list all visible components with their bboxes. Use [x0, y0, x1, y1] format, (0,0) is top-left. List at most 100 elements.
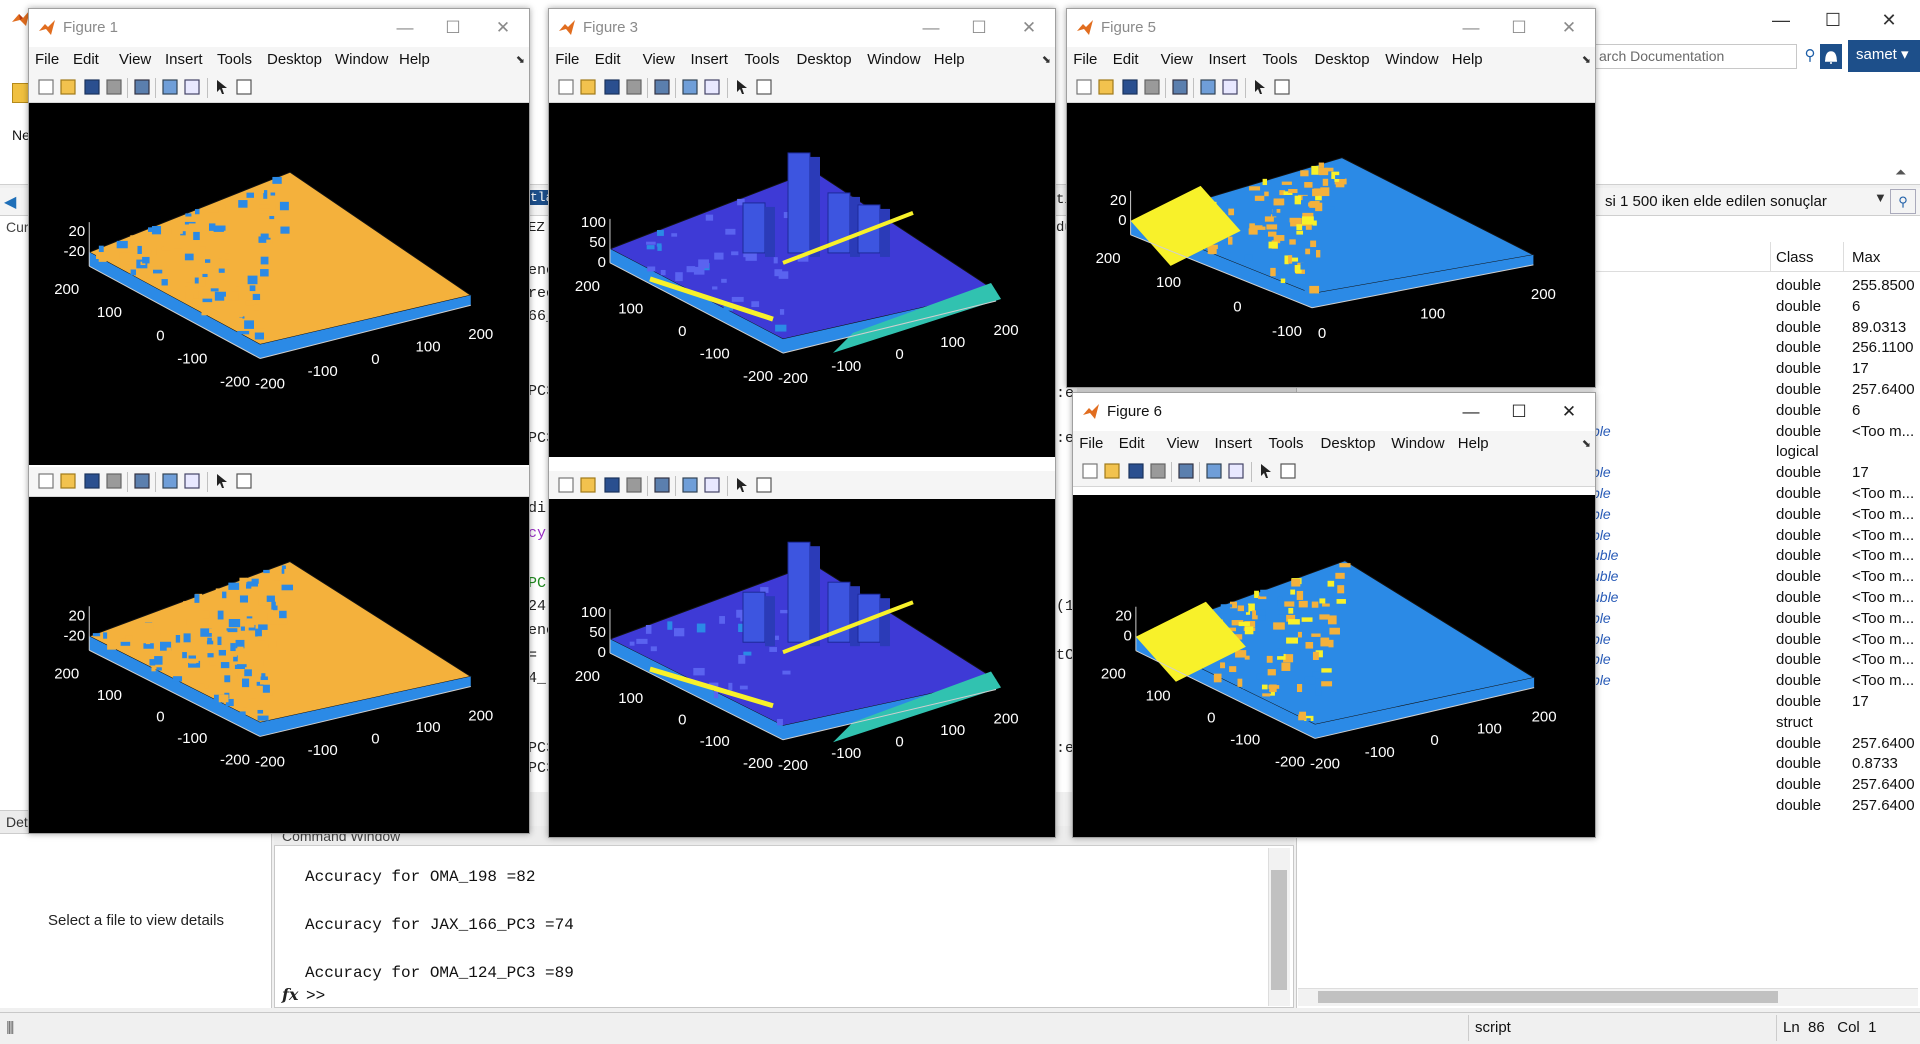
plot-canvas[interactable]: 100 50 0 200 100 0 -100 -200 -200 -100 0 100 200 — [549, 499, 1056, 838]
print-icon[interactable] — [1149, 462, 1167, 480]
menu-tools[interactable]: Tools — [217, 51, 252, 68]
open-file-icon[interactable] — [579, 476, 597, 494]
scrollbar-thumb[interactable] — [1271, 870, 1287, 990]
menu-help[interactable]: Help — [399, 51, 430, 68]
link-plot-icon[interactable] — [653, 476, 671, 494]
command-prompt[interactable]: >> — [306, 987, 325, 1005]
save-icon[interactable] — [603, 476, 621, 494]
plot-3d-point-cloud[interactable]: 100 50 0 200 100 0 -100 -200 -200 -100 0 100 200 — [549, 103, 1056, 457]
menu-file[interactable]: File — [1073, 51, 1097, 68]
colorbar-icon[interactable] — [681, 476, 699, 494]
menu-help[interactable]: Help — [934, 51, 965, 68]
open-file-icon[interactable] — [59, 472, 77, 490]
colorbar-icon[interactable] — [1205, 462, 1223, 480]
plot-canvas[interactable]: 20 0 200 100 0 -100 -200 -200 -100 0 100 200 — [1073, 495, 1596, 838]
menu-desktop[interactable]: Desktop — [1321, 435, 1376, 452]
menu-view[interactable]: View — [1161, 51, 1193, 68]
dock-figure-icon[interactable]: ⬊ — [516, 53, 525, 66]
folder-search-icon[interactable]: ⚲ — [1890, 189, 1916, 214]
legend-icon[interactable] — [183, 472, 201, 490]
collapse-ribbon-icon[interactable]: ⏶ — [1895, 164, 1906, 181]
print-icon[interactable] — [1143, 78, 1161, 96]
plot-3d-point-cloud[interactable]: 20 -20 200 100 0 -100 -200 -200 -100 0 100 200 — [29, 103, 530, 465]
menu-desktop[interactable]: Desktop — [1315, 51, 1370, 68]
maximize-icon[interactable]: ☐ — [433, 15, 473, 41]
menu-help[interactable]: Help — [1452, 51, 1483, 68]
function-browser-icon[interactable]: fx — [282, 985, 298, 1004]
minimize-icon[interactable]: — — [1451, 399, 1491, 425]
link-plot-icon[interactable] — [1177, 462, 1195, 480]
open-file-icon[interactable] — [1103, 462, 1121, 480]
save-icon[interactable] — [603, 78, 621, 96]
menu-edit[interactable]: Edit — [1113, 51, 1139, 68]
save-icon[interactable] — [83, 472, 101, 490]
minimize-icon[interactable]: — — [911, 15, 951, 41]
new-figure-icon[interactable] — [557, 476, 575, 494]
menu-window[interactable]: Window — [1391, 435, 1444, 452]
menu-view[interactable]: View — [1167, 435, 1199, 452]
plot-3d-point-cloud[interactable]: 100 50 0 200 100 0 -100 -200 -200 -100 0 100 200 — [549, 499, 1056, 838]
print-icon[interactable] — [105, 472, 123, 490]
figure-window-5[interactable]: Figure 5 — ☐ ✕ File Edit View Insert Tools Deskto… — [1066, 8, 1596, 388]
current-folder-path[interactable]: si 1 500 iken elde edilen sonuçlar — [1605, 193, 1827, 210]
colorbar-icon[interactable] — [681, 78, 699, 96]
current-folder-tab[interactable]: Cur — [6, 219, 29, 235]
edit-plot-icon[interactable] — [1251, 78, 1269, 96]
plot-canvas[interactable]: 20 0 200 100 0 -100 0 100 200 — [1067, 103, 1595, 387]
path-dropdown-icon[interactable]: ▼ — [1874, 190, 1887, 205]
user-account-menu[interactable]: samet ▾ — [1848, 40, 1920, 72]
property-inspector-icon[interactable] — [235, 472, 253, 490]
new-figure-icon[interactable] — [37, 78, 55, 96]
print-icon[interactable] — [625, 476, 643, 494]
new-figure-icon[interactable] — [37, 472, 55, 490]
menu-insert[interactable]: Insert — [1208, 51, 1246, 68]
close-icon[interactable]: ✕ — [1866, 4, 1912, 36]
maximize-icon[interactable]: ☐ — [959, 15, 999, 41]
edit-plot-icon[interactable] — [213, 472, 231, 490]
legend-icon[interactable] — [1227, 462, 1245, 480]
menu-edit[interactable]: Edit — [73, 51, 99, 68]
legend-icon[interactable] — [703, 476, 721, 494]
print-icon[interactable] — [105, 78, 123, 96]
save-icon[interactable] — [1127, 462, 1145, 480]
link-plot-icon[interactable] — [133, 78, 151, 96]
property-inspector-icon[interactable] — [1273, 78, 1291, 96]
menu-file[interactable]: File — [1079, 435, 1103, 452]
close-icon[interactable]: ✕ — [483, 15, 523, 41]
print-icon[interactable] — [625, 78, 643, 96]
maximize-icon[interactable]: ☐ — [1499, 15, 1539, 41]
figure-window-3[interactable]: Figure 3 — ☐ ✕ File Edit View Insert Tools Deskto… — [548, 8, 1056, 838]
plot-3d-point-cloud[interactable]: 2002001000-100-200 -200-1000100200 — [1073, 495, 1596, 838]
menu-edit[interactable]: Edit — [1119, 435, 1145, 452]
menu-desktop[interactable]: Desktop — [797, 51, 852, 68]
documentation-search-input[interactable]: arch Documentation — [1592, 44, 1797, 69]
colorbar-icon[interactable] — [1199, 78, 1217, 96]
menu-edit[interactable]: Edit — [595, 51, 621, 68]
plot-canvas[interactable]: 20 -20 200 100 0 -100 -200 -200 -100 0 100 200 — [29, 103, 530, 465]
colorbar-icon[interactable] — [161, 78, 179, 96]
save-icon[interactable] — [1121, 78, 1139, 96]
figure-titlebar[interactable]: Figure 1 — ☐ ✕ — [29, 9, 529, 47]
close-icon[interactable]: ✕ — [1549, 399, 1589, 425]
edit-plot-icon[interactable] — [733, 476, 751, 494]
plot-3d-point-cloud[interactable]: 20 -20 200 100 0 -100 -200 -200 -100 0 100 200 — [29, 497, 530, 834]
link-plot-icon[interactable] — [1171, 78, 1189, 96]
figure-window-6[interactable]: Figure 6 — ☐ ✕ File Edit View Insert Tools Deskto… — [1072, 392, 1596, 838]
figure-window-1[interactable]: Figure 1 — ☐ ✕ File Edit View Insert Tools Deskto… — [28, 8, 530, 834]
plot-canvas[interactable]: 100 50 0 200 100 0 -100 -200 -200 -100 0 100 200 — [549, 103, 1056, 457]
open-file-icon[interactable] — [579, 78, 597, 96]
new-figure-icon[interactable] — [1075, 78, 1093, 96]
figure-titlebar[interactable]: Figure 3 — ☐ ✕ — [549, 9, 1055, 47]
close-icon[interactable]: ✕ — [1549, 15, 1589, 41]
column-divider[interactable] — [1843, 242, 1844, 272]
menu-tools[interactable]: Tools — [1269, 435, 1304, 452]
new-figure-icon[interactable] — [557, 78, 575, 96]
menu-insert[interactable]: Insert — [1214, 435, 1252, 452]
property-inspector-icon[interactable] — [1279, 462, 1297, 480]
legend-icon[interactable] — [1221, 78, 1239, 96]
colorbar-icon[interactable] — [161, 472, 179, 490]
minimize-icon[interactable]: — — [385, 15, 425, 41]
workspace-column-max[interactable]: Max — [1852, 249, 1880, 266]
open-file-icon[interactable] — [59, 78, 77, 96]
figure-titlebar[interactable]: Figure 6 — ☐ ✕ — [1073, 393, 1595, 431]
